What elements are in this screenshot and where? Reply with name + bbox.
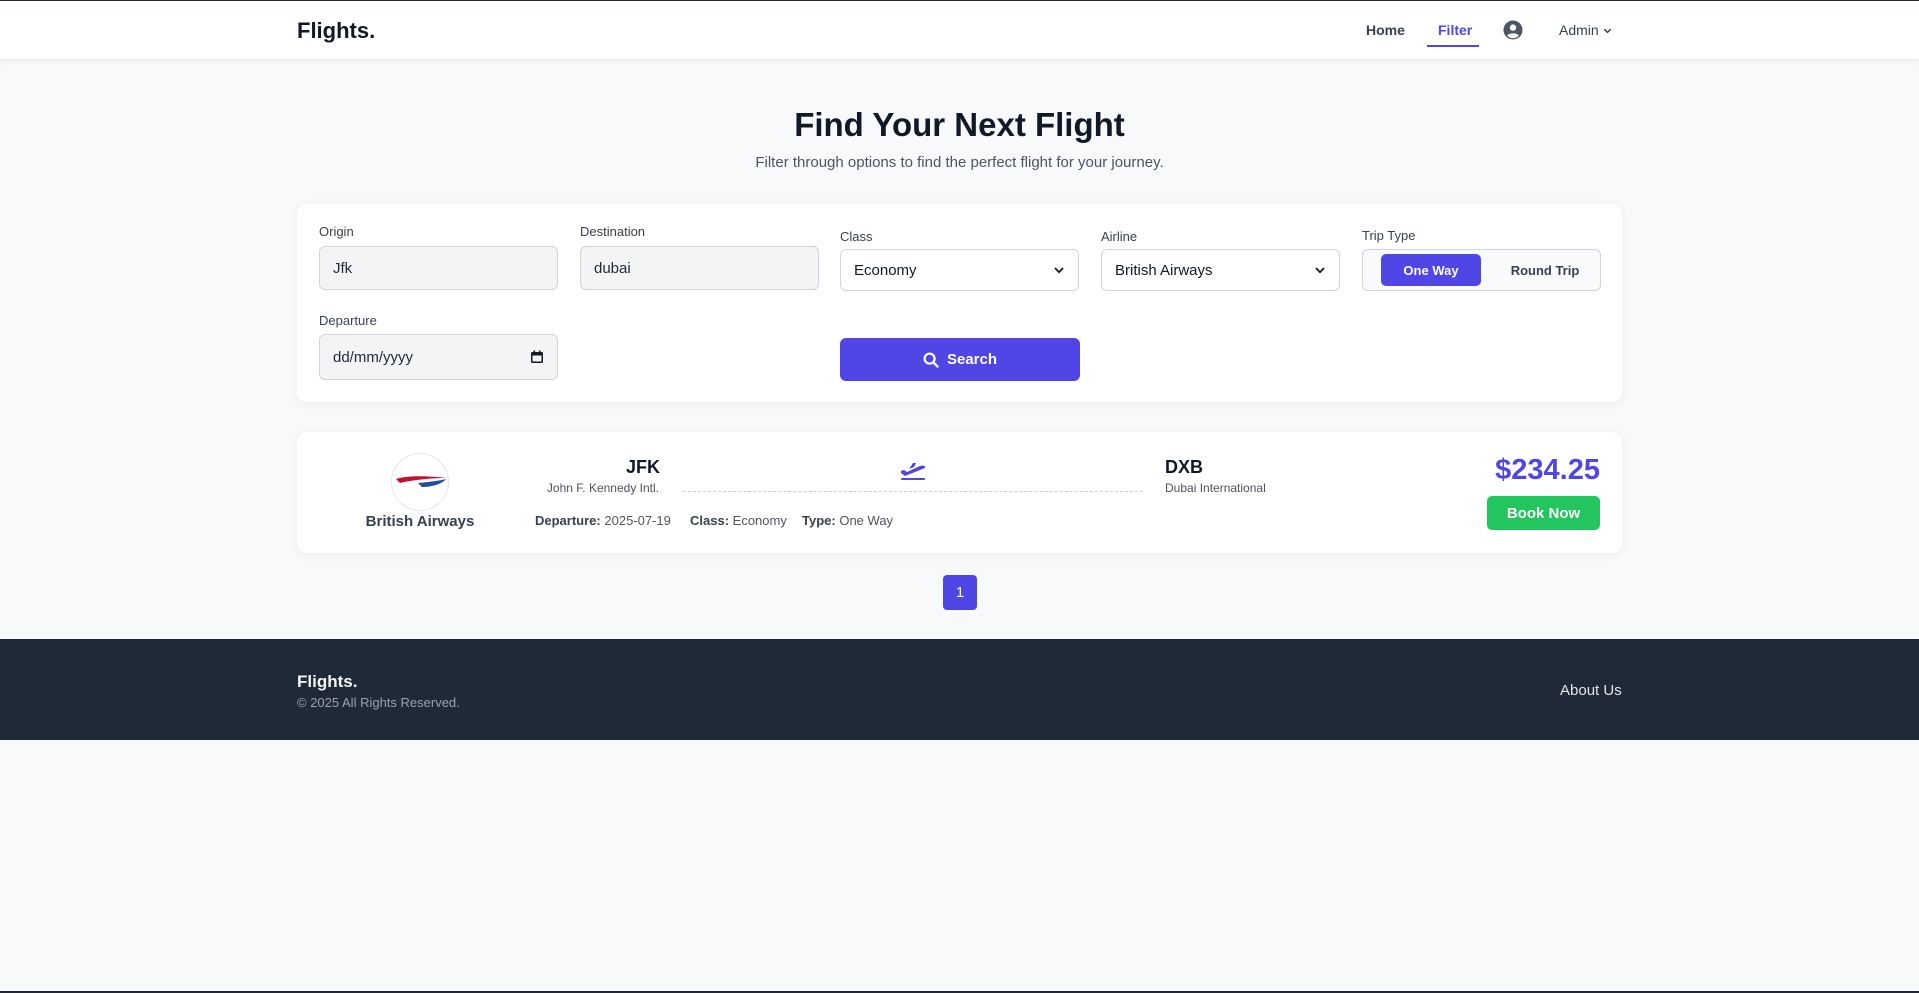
destination-airport-name: Dubai International	[1165, 481, 1266, 495]
origin-value: Jfk	[333, 259, 353, 277]
airline-selected-value: British Airways	[1115, 261, 1213, 279]
british-airways-logo-icon	[396, 476, 446, 487]
one-way-button[interactable]: One Way	[1381, 254, 1481, 286]
footer: Flights. © 2025 All Rights Reserved. Abo…	[0, 639, 1919, 740]
calendar-icon[interactable]	[530, 350, 544, 364]
search-button-label: Search	[946, 351, 998, 368]
type-info: Type: One Way	[802, 513, 893, 528]
active-nav-indicator	[1427, 45, 1479, 47]
class-info: Class: Economy	[690, 513, 787, 528]
footer-copyright: © 2025 All Rights Reserved.	[297, 695, 460, 710]
admin-dropdown[interactable]: Admin	[1559, 22, 1613, 38]
class-key: Class:	[690, 513, 730, 528]
nav-home-link[interactable]: Home	[1366, 22, 1405, 38]
search-icon	[923, 351, 939, 368]
pagination-page-1[interactable]: 1	[943, 575, 977, 610]
origin-airport-name: John F. Kennedy Intl.	[546, 481, 659, 495]
class-select[interactable]: Economy	[840, 249, 1079, 291]
departure-key: Departure:	[535, 513, 601, 528]
chevron-down-icon	[1315, 267, 1325, 274]
airline-name: British Airways	[365, 513, 475, 530]
page-subtitle: Filter through options to find the perfe…	[755, 154, 1164, 171]
destination-input[interactable]: dubai	[580, 246, 819, 290]
flight-price: $234.25	[1495, 454, 1600, 486]
about-us-link[interactable]: About Us	[1560, 682, 1622, 699]
search-button[interactable]: Search	[840, 338, 1080, 381]
admin-label: Admin	[1559, 22, 1599, 38]
filter-panel: Origin Jfk Destination dubai Class Econo…	[297, 204, 1622, 402]
destination-code: DXB	[1165, 457, 1204, 477]
navbar: Flights. Home Filter Admin	[0, 1, 1919, 59]
departure-date-input[interactable]: dd/mm/yyyy	[319, 334, 558, 380]
trip-type-label: Trip Type	[1362, 228, 1416, 243]
page-title: Find Your Next Flight	[794, 106, 1125, 143]
departure-placeholder: dd/mm/yyyy	[333, 348, 414, 366]
airline-logo	[391, 453, 449, 511]
route-line	[683, 491, 1143, 492]
type-value: One Way	[839, 513, 894, 528]
departure-label: Departure	[319, 313, 377, 328]
user-circle-icon[interactable]	[1503, 20, 1523, 40]
footer-brand: Flights.	[297, 672, 358, 691]
class-label: Class	[840, 229, 873, 244]
origin-code: JFK	[626, 457, 661, 477]
class-value: Economy	[732, 513, 787, 528]
origin-label: Origin	[319, 224, 354, 239]
book-now-button[interactable]: Book Now	[1487, 496, 1600, 530]
airline-select[interactable]: British Airways	[1101, 249, 1340, 291]
origin-input[interactable]: Jfk	[319, 246, 558, 290]
type-key: Type:	[802, 513, 836, 528]
flight-result-card: British Airways JFK John F. Kennedy Intl…	[297, 432, 1622, 553]
chevron-down-icon	[1603, 28, 1611, 33]
destination-label: Destination	[580, 224, 646, 239]
airline-label: Airline	[1101, 229, 1138, 244]
plane-departure-icon	[901, 463, 926, 480]
departure-info: Departure: 2025-07-19	[535, 513, 671, 528]
departure-date: 2025-07-19	[604, 513, 671, 528]
trip-type-toggle: One Way Round Trip	[1362, 249, 1601, 291]
chevron-down-icon	[1054, 267, 1064, 274]
round-trip-button[interactable]: Round Trip	[1495, 254, 1595, 286]
destination-value: dubai	[594, 259, 631, 277]
nav-filter-link[interactable]: Filter	[1438, 22, 1472, 38]
class-selected-value: Economy	[854, 261, 917, 279]
brand-logo[interactable]: Flights.	[297, 18, 375, 44]
